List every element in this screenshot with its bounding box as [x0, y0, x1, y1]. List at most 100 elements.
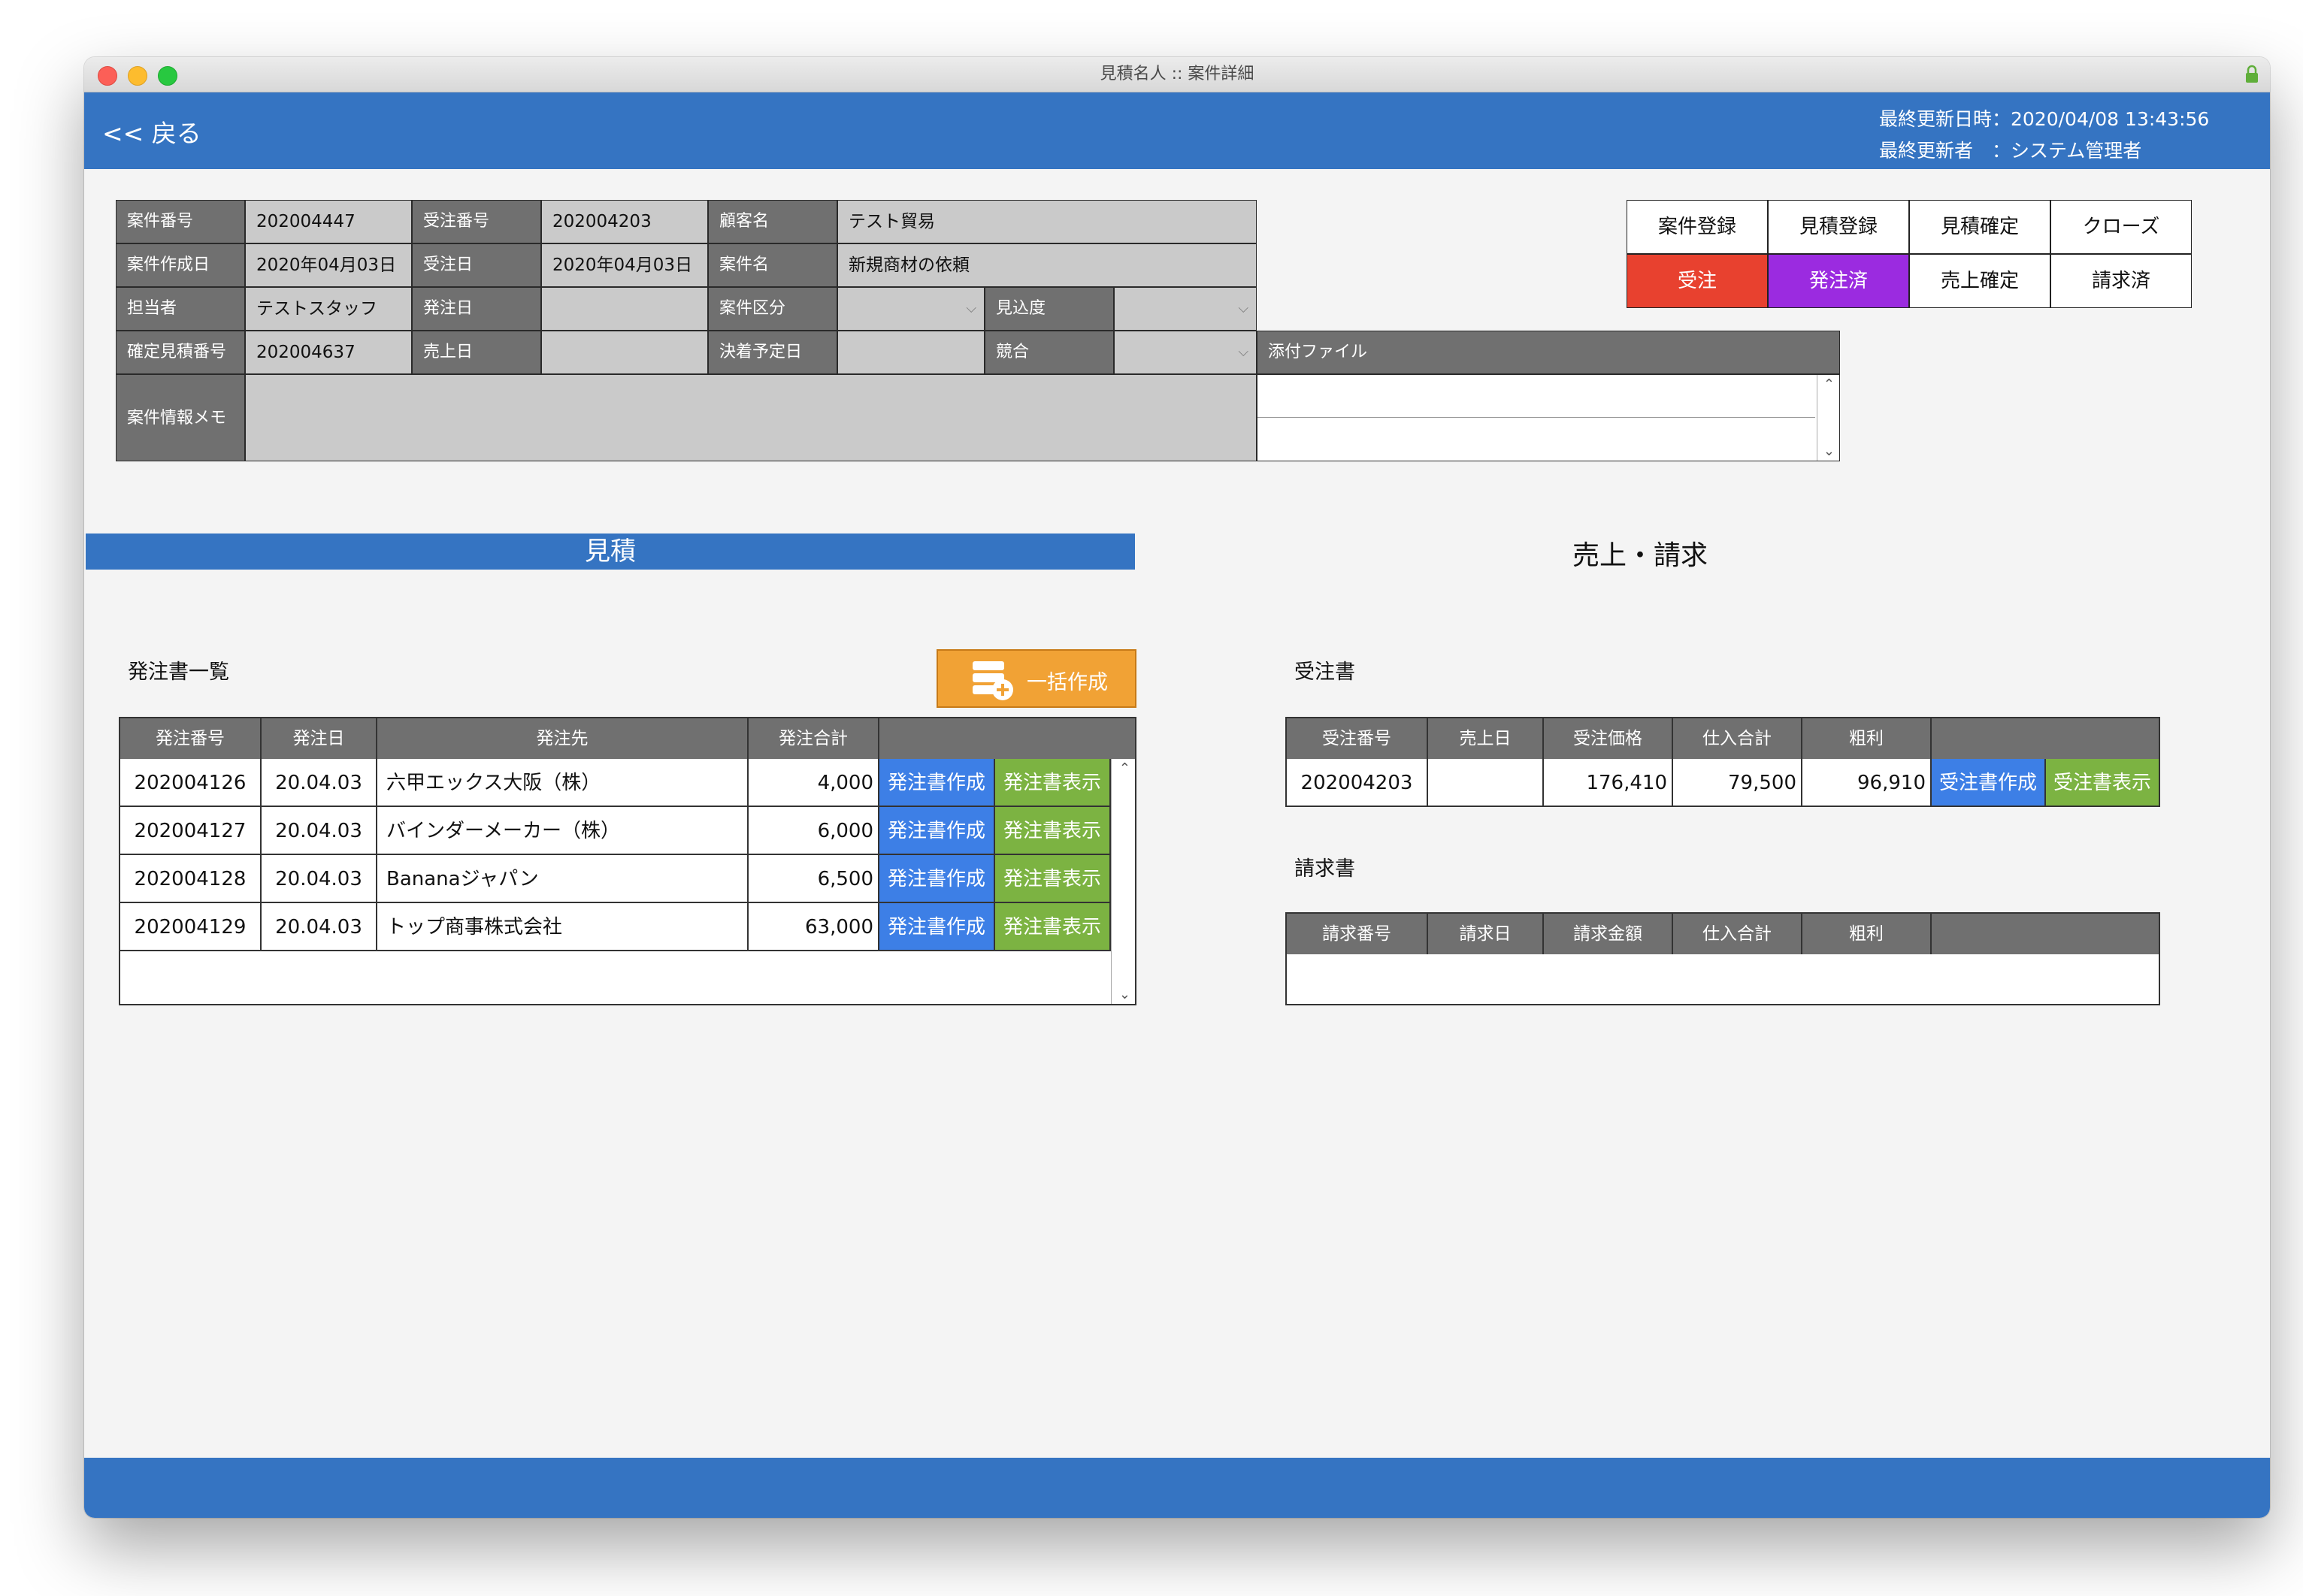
invoice-header-profit: 粗利 — [1802, 914, 1932, 954]
attachment-divider — [1257, 417, 1815, 418]
customer-value[interactable]: テスト貿易 — [837, 200, 1257, 243]
chevron-down-icon[interactable]: ⌄ — [1119, 987, 1130, 1002]
created-label: 案件作成日 — [116, 243, 245, 287]
attachment-scrollbar[interactable]: ⌃ ⌄ — [1817, 375, 1839, 461]
quote-no-label: 確定見積番号 — [116, 331, 245, 374]
category-select[interactable]: ⌵ — [837, 287, 985, 331]
po-date: 20.04.03 — [262, 903, 377, 951]
po-date: 20.04.03 — [262, 759, 377, 807]
po-vendor: 六甲エックス大阪（株） — [377, 759, 749, 807]
po-create-button[interactable]: 発注書作成 — [879, 759, 995, 807]
po-header-date: 発注日 — [262, 718, 377, 759]
order-header-profit: 粗利 — [1802, 718, 1932, 759]
invoice-header-no: 請求番号 — [1287, 914, 1428, 954]
order-date-label: 受注日 — [412, 243, 541, 287]
status-closed[interactable]: クローズ — [2050, 200, 2192, 254]
chevron-down-icon: ⌵ — [1238, 301, 1248, 316]
invoice-header-cost: 仕入合計 — [1673, 914, 1802, 954]
po-date: 20.04.03 — [262, 855, 377, 903]
chevron-down-icon[interactable]: ⌄ — [1823, 443, 1835, 459]
status-quote-confirmed[interactable]: 見積確定 — [1909, 200, 2050, 254]
chevron-up-icon[interactable]: ⌃ — [1823, 376, 1835, 392]
order-show-button[interactable]: 受注書表示 — [2046, 759, 2159, 807]
po-number: 202004128 — [120, 855, 262, 903]
po-show-button[interactable]: 発注書表示 — [995, 855, 1111, 903]
po-date: 20.04.03 — [262, 807, 377, 855]
prospect-select[interactable]: ⌵ — [1114, 287, 1257, 331]
order-header-no: 受注番号 — [1287, 718, 1428, 759]
po-total: 6,500 — [749, 855, 879, 903]
sales-date-value[interactable] — [541, 331, 708, 374]
status-sales-confirmed[interactable]: 売上確定 — [1909, 254, 2050, 308]
sales-date-label: 売上日 — [412, 331, 541, 374]
minimize-window-button[interactable] — [128, 66, 147, 86]
po-vendor: Bananaジャパン — [377, 855, 749, 903]
chevron-down-icon: ⌵ — [1238, 344, 1248, 360]
app-footer — [84, 1458, 2270, 1518]
decision-date-label: 決着予定日 — [708, 331, 837, 374]
order-header-cost: 仕入合計 — [1673, 718, 1802, 759]
memo-label: 案件情報メモ — [116, 374, 245, 461]
zoom-window-button[interactable] — [158, 66, 177, 86]
order-cost: 79,500 — [1673, 759, 1802, 807]
po-show-button[interactable]: 発注書表示 — [995, 903, 1111, 951]
po-total: 63,000 — [749, 903, 879, 951]
competitor-select[interactable]: ⌵ — [1114, 331, 1257, 374]
po-date-label: 発注日 — [412, 287, 541, 331]
po-table-scrollbar[interactable]: ⌃ ⌄ — [1111, 759, 1135, 1004]
app-header: << 戻る 最終更新日時：2020/04/08 13:43:56 最終更新者 ：… — [84, 92, 2270, 169]
memo-field[interactable] — [245, 374, 1257, 461]
app-window: 見積名人 :: 案件詳細 << 戻る 最終更新日時：2020/04/08 13:… — [84, 57, 2270, 1518]
order-header-price: 受注価格 — [1544, 718, 1673, 759]
status-quote-registered[interactable]: 見積登録 — [1768, 200, 1909, 254]
invoice-header-amount: 請求金額 — [1544, 914, 1673, 954]
close-window-button[interactable] — [98, 66, 117, 86]
quote-no-value: 202004637 — [245, 331, 412, 374]
po-table: 発注番号 発注日 発注先 発注合計 202004126 20.04.03 六甲エ… — [119, 717, 1136, 1005]
staff-value[interactable]: テストスタッフ — [245, 287, 412, 331]
status-ordered[interactable]: 受注 — [1627, 254, 1768, 308]
customer-label: 顧客名 — [708, 200, 837, 243]
bulk-create-button[interactable]: 一括作成 — [937, 649, 1136, 708]
invoice-table: 請求番号 請求日 請求金額 仕入合計 粗利 — [1285, 912, 2160, 1005]
status-case-registered[interactable]: 案件登録 — [1627, 200, 1768, 254]
po-create-button[interactable]: 発注書作成 — [879, 807, 995, 855]
order-date-value: 2020年04月03日 — [541, 243, 708, 287]
po-date-value[interactable] — [541, 287, 708, 331]
po-number: 202004129 — [120, 903, 262, 951]
decision-date-value[interactable] — [837, 331, 985, 374]
po-vendor: バインダーメーカー（株） — [377, 807, 749, 855]
staff-label: 担当者 — [116, 287, 245, 331]
chevron-up-icon[interactable]: ⌃ — [1119, 760, 1130, 776]
status-po-issued[interactable]: 発注済 — [1768, 254, 1909, 308]
bulk-create-label: 一括作成 — [1027, 671, 1108, 694]
lock-icon — [2246, 65, 2258, 83]
po-create-button[interactable]: 発注書作成 — [879, 855, 995, 903]
po-create-button[interactable]: 発注書作成 — [879, 903, 995, 951]
po-header-vendor: 発注先 — [377, 718, 749, 759]
sales-section-title: 売上・請求 — [1572, 540, 1708, 571]
order-profit: 96,910 — [1802, 759, 1932, 807]
prospect-label: 見込度 — [985, 287, 1114, 331]
category-label: 案件区分 — [708, 287, 837, 331]
order-no-value: 202004203 — [541, 200, 708, 243]
quote-section-title: 見積 — [86, 534, 1135, 570]
case-no-value: 202004447 — [245, 200, 412, 243]
po-list-title: 発注書一覧 — [128, 660, 229, 684]
case-no-label: 案件番号 — [116, 200, 245, 243]
po-vendor: トップ商事株式会社 — [377, 903, 749, 951]
attachment-list[interactable]: ⌃ ⌄ — [1257, 374, 1840, 461]
status-invoiced[interactable]: 請求済 — [2050, 254, 2192, 308]
order-create-button[interactable]: 受注書作成 — [1932, 759, 2046, 807]
case-name-value[interactable]: 新規商材の依頼 — [837, 243, 1257, 287]
order-no-label: 受注番号 — [412, 200, 541, 243]
po-number: 202004127 — [120, 807, 262, 855]
invoice-doc-title: 請求書 — [1294, 857, 1355, 881]
competitor-label: 競合 — [985, 331, 1114, 374]
po-show-button[interactable]: 発注書表示 — [995, 759, 1111, 807]
order-sales-date — [1428, 759, 1544, 807]
created-value: 2020年04月03日 — [245, 243, 412, 287]
back-button[interactable]: << 戻る — [102, 113, 201, 150]
po-show-button[interactable]: 発注書表示 — [995, 807, 1111, 855]
po-total: 6,000 — [749, 807, 879, 855]
